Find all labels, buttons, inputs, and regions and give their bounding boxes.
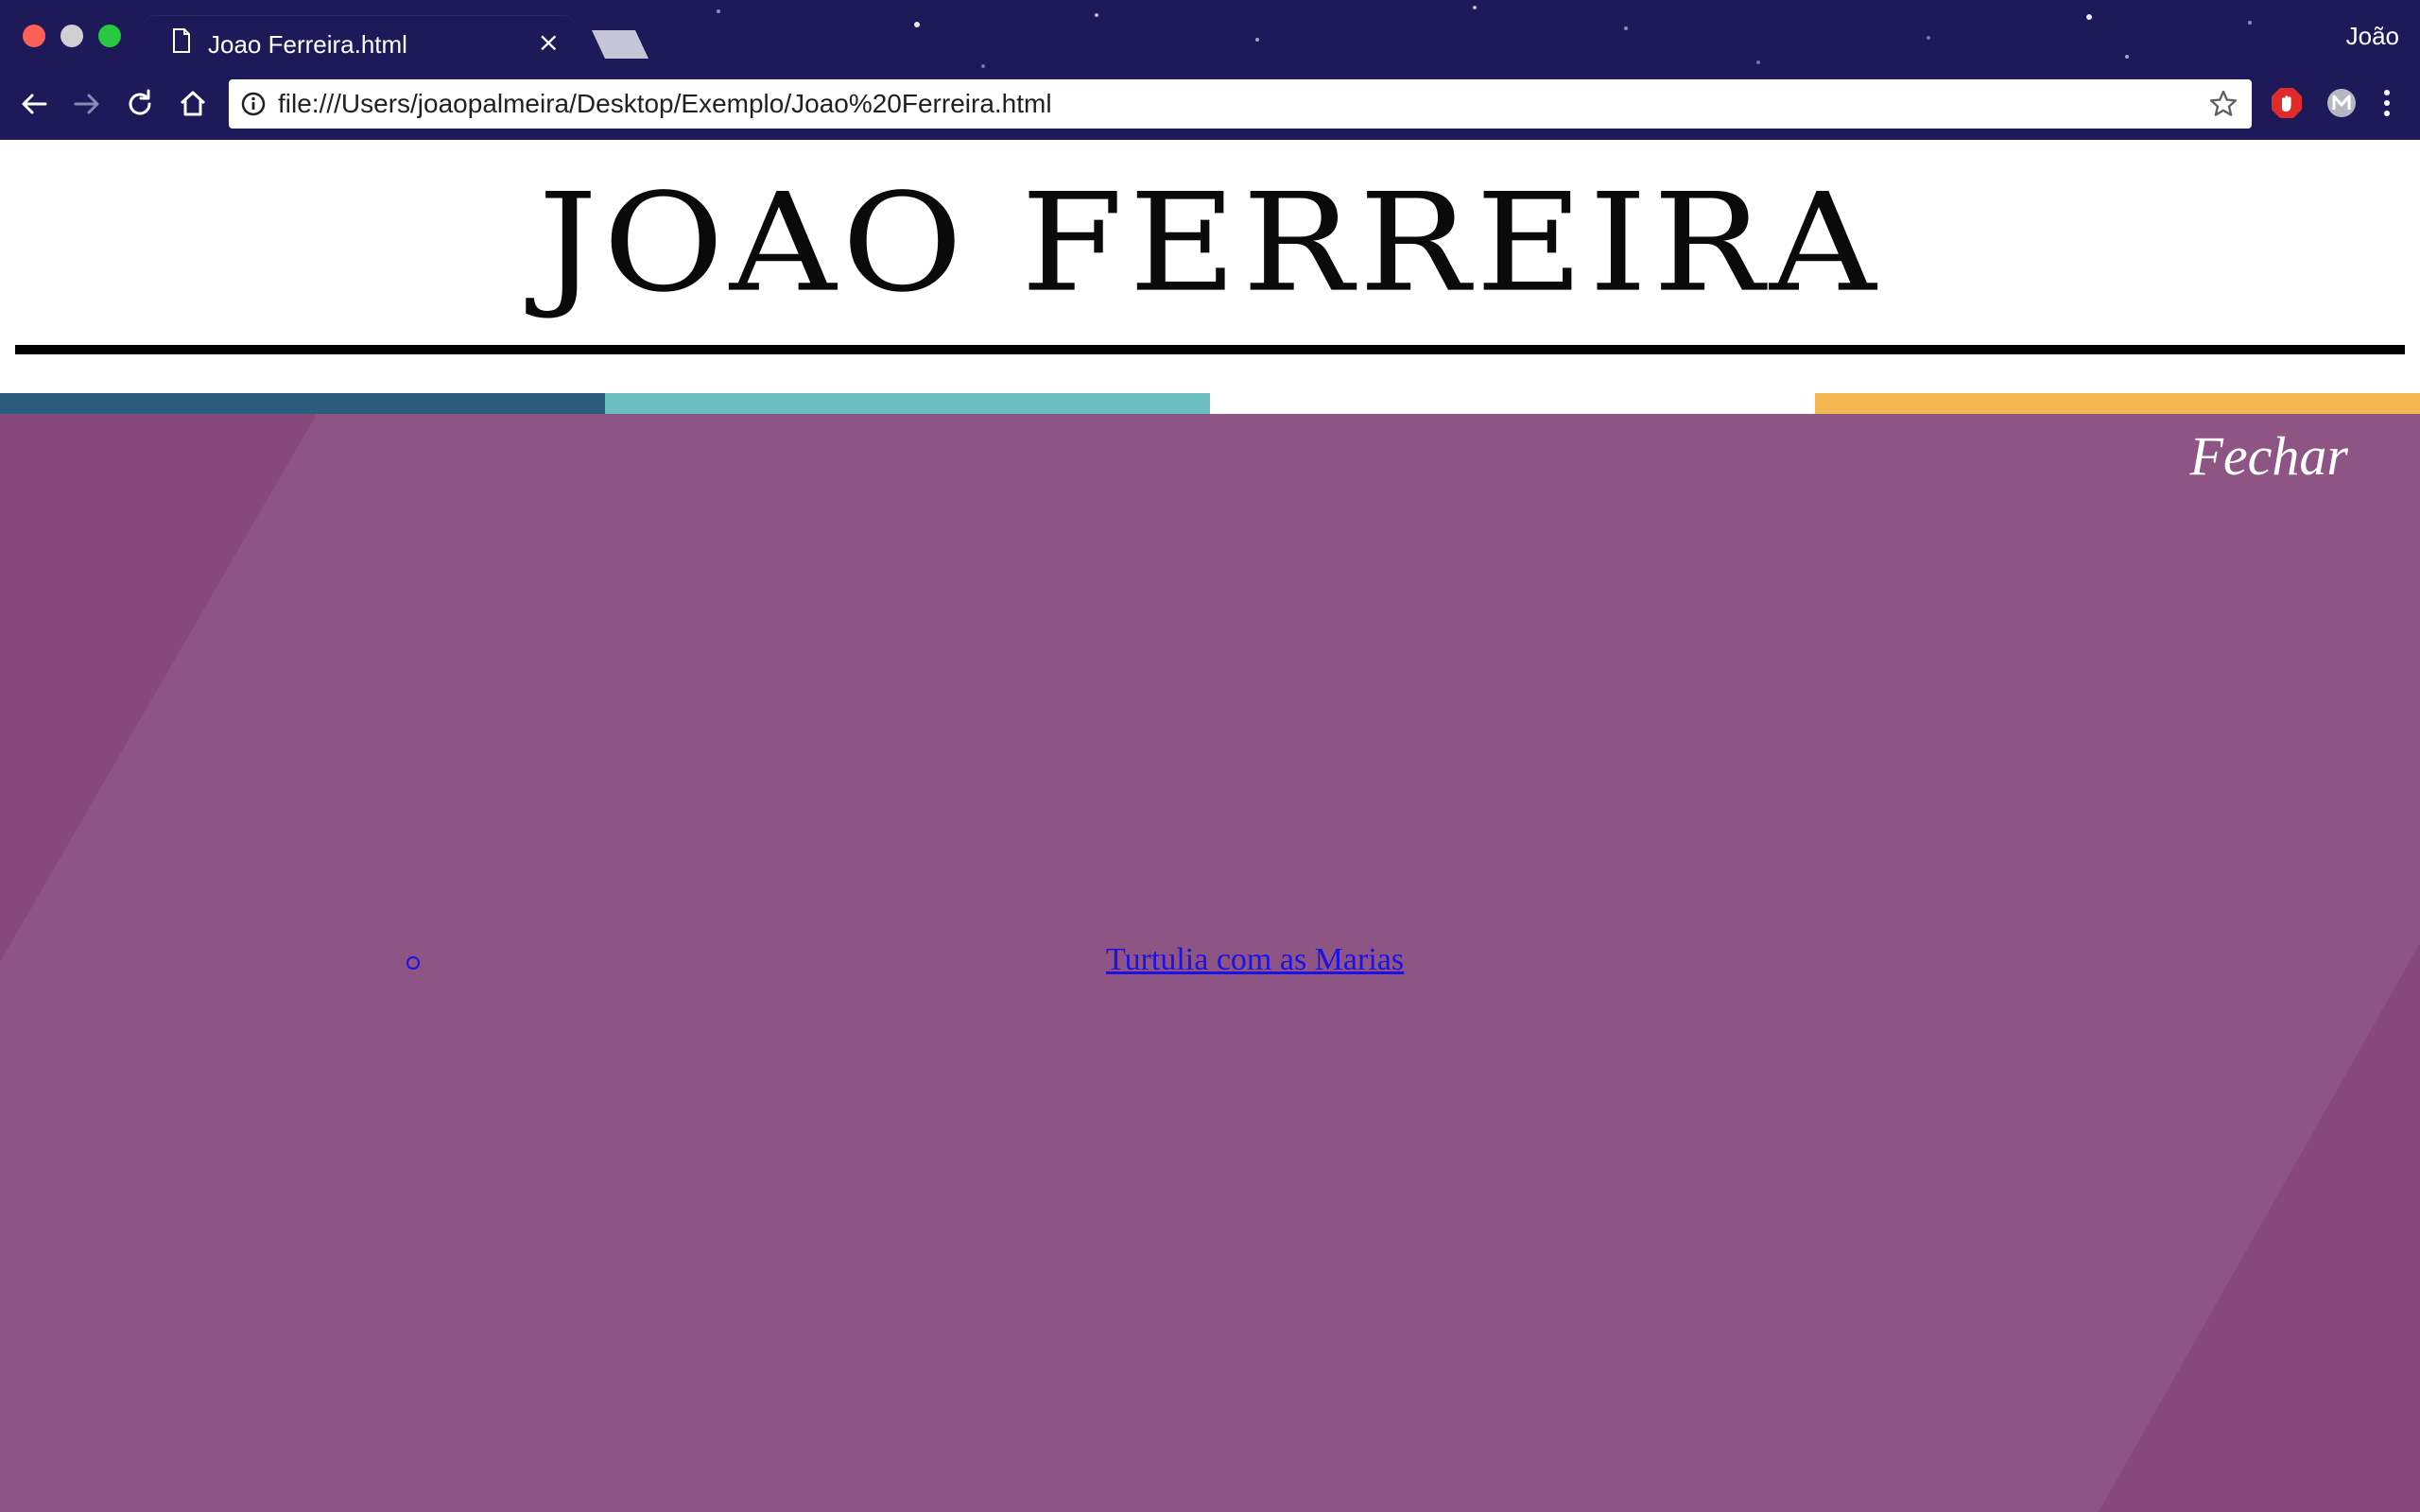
window-maximize-button[interactable] (98, 25, 121, 47)
site-title: JOAO FERREIRA (538, 163, 1882, 322)
back-arrow-icon[interactable] (15, 85, 53, 123)
forward-arrow-icon[interactable] (68, 85, 106, 123)
home-icon[interactable] (174, 85, 212, 123)
title-divider (15, 345, 2405, 354)
reload-icon[interactable] (121, 85, 159, 123)
tab-close-button[interactable]: × (538, 28, 560, 57)
color-bar-blue (0, 393, 605, 414)
menu-overlay: Fechar Turtulia com as Marias (0, 414, 2420, 1512)
info-icon[interactable] (240, 91, 267, 117)
address-bar[interactable]: file:///Users/joaopalmeira/Desktop/Exemp… (229, 79, 2252, 129)
adblock-icon[interactable] (2271, 87, 2303, 119)
document-icon (173, 28, 190, 53)
menu-list: Turtulia com as Marias (0, 414, 2420, 1512)
star-icon[interactable] (2208, 89, 2238, 119)
menu-link-turtulia[interactable]: Turtulia com as Marias (1106, 939, 1404, 981)
new-tab-button[interactable] (588, 28, 650, 60)
window-close-button[interactable] (23, 25, 45, 47)
page-viewport: JOAO FERREIRA Fechar Turtulia com as Mar… (0, 140, 2420, 1512)
tab-title: Joao Ferreira.html (208, 30, 407, 59)
profile-name[interactable]: João (2346, 21, 2399, 51)
color-bar-white (1210, 393, 1815, 414)
list-bullet-icon (406, 956, 420, 970)
site-header: JOAO FERREIRA (0, 140, 2420, 395)
profile-m-icon[interactable] (2325, 87, 2358, 119)
window-minimize-button[interactable] (60, 25, 83, 47)
color-bar-orange (1815, 393, 2420, 414)
kebab-menu-icon[interactable] (2371, 87, 2403, 119)
browser-chrome: Joao Ferreira.html × João file:///Users/… (0, 0, 2420, 140)
browser-tab[interactable]: Joao Ferreira.html × (142, 15, 577, 70)
address-bar-url[interactable]: file:///Users/joaopalmeira/Desktop/Exemp… (278, 89, 1052, 119)
color-bar-teal (605, 393, 1210, 414)
